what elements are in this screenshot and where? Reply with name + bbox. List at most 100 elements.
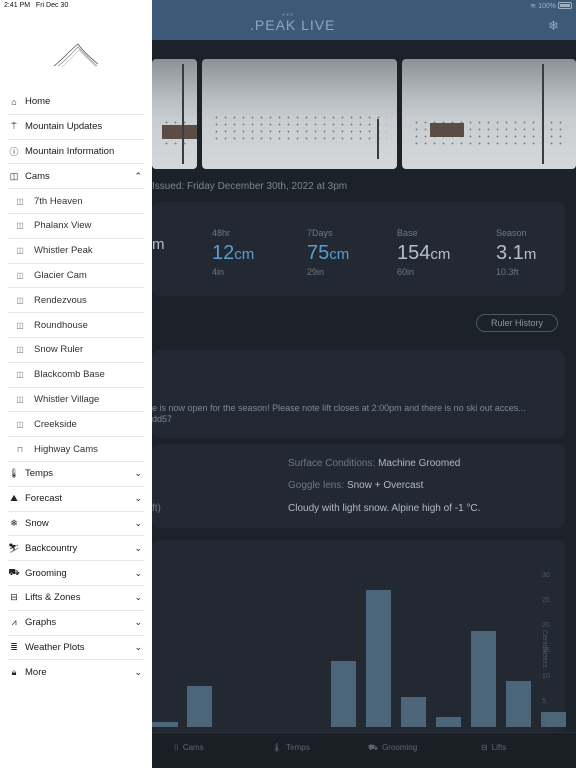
drawer-item-label: Home [25,96,51,108]
drawer-item-home[interactable]: ⌂ Home [8,90,144,115]
drawer-item-label: Graphs [25,617,57,629]
database-icon: ≣ [10,641,18,652]
drawer-item-more[interactable]: 🔒︎ More ⌄ [8,660,144,685]
thermometer-icon: 🌡︎ [8,468,20,479]
drawer-item-rendezvous[interactable]: ◫ Rendezvous [8,288,144,314]
drawer-item-label: Mountain Updates [25,121,103,133]
chevron-down-icon[interactable]: ⌄ [134,468,142,479]
drawer-item-snow-ruler[interactable]: ◫ Snow Ruler [8,338,144,363]
webcam-thumbnail[interactable] [152,59,197,169]
axis-tick: 30 [542,572,550,579]
chevron-down-icon[interactable]: ⌄ [134,667,142,678]
drawer-item-label: More [25,667,47,679]
drawer-item-whistler-peak[interactable]: ◫ Whistler Peak [8,239,144,264]
drawer-item-mountain-information[interactable]: ⓘ Mountain Information [8,140,144,165]
drawer-item-label: Temps [25,468,53,480]
drawer-item-weather-plots[interactable]: ≣ Weather Plots ⌄ [8,636,144,661]
chart-bar [366,590,391,727]
axis-tick: 5 [542,698,546,705]
chevron-down-icon[interactable]: ⌄ [134,543,142,554]
chevron-down-icon[interactable]: ⌄ [134,642,142,653]
info-icon: ⓘ [9,146,19,157]
chart-bar [506,681,531,727]
camera-icon: ◫ [16,295,24,305]
home-icon: ⌂ [11,96,17,107]
drawer-item-lifts-zones[interactable]: ⊟ Lifts & Zones ⌄ [8,586,144,611]
drawer-item-label: Forecast [25,493,62,505]
drawer-item-glacier-cam[interactable]: ◫ Glacier Cam [8,264,144,289]
webcam-thumbnail[interactable] [402,59,576,169]
drawer-item-backcountry[interactable]: ⛷︎ Backcountry ⌄ [8,536,144,562]
drawer-item-whistler-village[interactable]: ◫ Whistler Village [8,388,144,413]
drawer-item-grooming[interactable]: ⛟ Grooming ⌄ [8,561,144,586]
camera-icon: ◫ [16,394,24,404]
drawer-item-forecast[interactable]: ⛰︎ Forecast ⌄ [8,487,144,512]
drawer-item-label: Grooming [25,567,67,579]
chevron-down-icon[interactable]: ⌄ [134,568,142,579]
stat-partial: m [152,236,165,253]
notice-text-line2: dd57 [152,414,173,424]
drawer-item-label: Snow [25,517,49,529]
camera-icon: ◫ [16,196,24,206]
stat-7days: 7Days 75cm 29in [307,228,350,277]
forecast-issued: Issued: Friday December 30th, 2022 at 3p… [152,181,348,192]
drawer-item-7th-heaven[interactable]: ◫ 7th Heaven [8,189,144,214]
snowcat-icon: ⛟ [8,567,20,578]
ft-fragment: ft) [152,503,161,514]
drawer-item-creekside[interactable]: ◫ Creekside [8,412,144,438]
chevron-up-icon[interactable]: ⌃ [134,171,142,182]
app-title: .PEAK LIVE [250,17,336,33]
camera-icon: ◫ [16,270,24,280]
drawer-item-roundhouse[interactable]: ◫ Roundhouse [8,313,144,338]
antenna-icon: ⍑ [11,121,17,132]
drawer-item-label: Weather Plots [25,641,85,653]
tab-cams[interactable]: ⌷ Cams [174,743,204,753]
drawer-item-label: Rendezvous [34,294,87,306]
chevron-down-icon[interactable]: ⌄ [134,493,142,504]
chart-bar [436,716,461,727]
notice-text: e is now open for the season! Please not… [152,403,526,413]
tab-temps[interactable]: 🌡︎ Temps [272,743,310,752]
lock-icon: 🔒︎ [11,667,17,678]
drawer-item-highway-cams[interactable]: ⊓ Highway Cams [8,437,144,462]
tab-lifts[interactable]: ⊟ Lifts [481,743,506,752]
drawer-item-blackcomb-base[interactable]: ◫ Blackcomb Base [8,363,144,388]
chart-bar [187,686,212,727]
chevron-down-icon[interactable]: ⌄ [134,592,142,603]
webcam-thumbnail[interactable] [202,59,397,169]
side-drawer: ⌂ Home ⍑ Mountain Updates ⓘ Mountain Informat… [0,0,152,768]
chevron-down-icon[interactable]: ⌄ [134,617,142,628]
chevron-down-icon[interactable]: ⌄ [134,518,142,529]
thermometer-icon: 🌡︎ [272,743,283,752]
axis-tick: 10 [542,673,550,680]
drawer-item-cams[interactable]: ◫ Cams ⌃ [8,164,144,190]
gondola-icon: ⊟ [481,743,488,752]
drawer-item-snow[interactable]: ❄ Snow ⌄ [8,512,144,537]
drawer-item-label: Whistler Village [34,393,100,405]
drawer-item-mountain-updates[interactable]: ⍑ Mountain Updates [8,115,144,140]
drawer-item-label: Phalanx View [34,220,92,232]
axis-title: Centimeters [541,630,548,668]
stat-season: Season 3.1m 10.3ft [496,228,537,277]
drawer-item-temps[interactable]: 🌡︎ Temps ⌄ [8,462,144,487]
drawer-item-graphs[interactable]: ⩘ Graphs ⌄ [8,611,144,636]
drawer-item-label: Snow Ruler [34,344,84,356]
tab-grooming[interactable]: ⛟ Grooming [368,743,417,753]
drawer-item-label: 7th Heaven [34,195,83,207]
car-icon: ⊓ [16,444,24,454]
drawer-item-phalanx-view[interactable]: ◫ Phalanx View [8,214,144,239]
snowflake-icon: ❄ [10,517,18,528]
camera-icon: ◫ [9,170,19,181]
drawer-item-label: Roundhouse [34,319,88,331]
camera-icon: ◫ [16,221,24,231]
graph-icon: ⩘ [11,617,17,628]
drawer-item-label: Backcountry [25,542,78,554]
drawer-item-label: Whistler Peak [34,245,93,257]
forecast-summary: Cloudy with light snow. Alpine high of -… [288,503,481,514]
ruler-history-button[interactable]: Ruler History [476,314,558,332]
snowflake-icon[interactable]: ❄ [548,18,559,34]
snowcat-icon: ⛟ [368,743,379,752]
battery-icon [558,2,572,9]
notice-card[interactable] [152,350,565,438]
goggle-lens: Goggle lens: Snow + Overcast [288,480,424,491]
